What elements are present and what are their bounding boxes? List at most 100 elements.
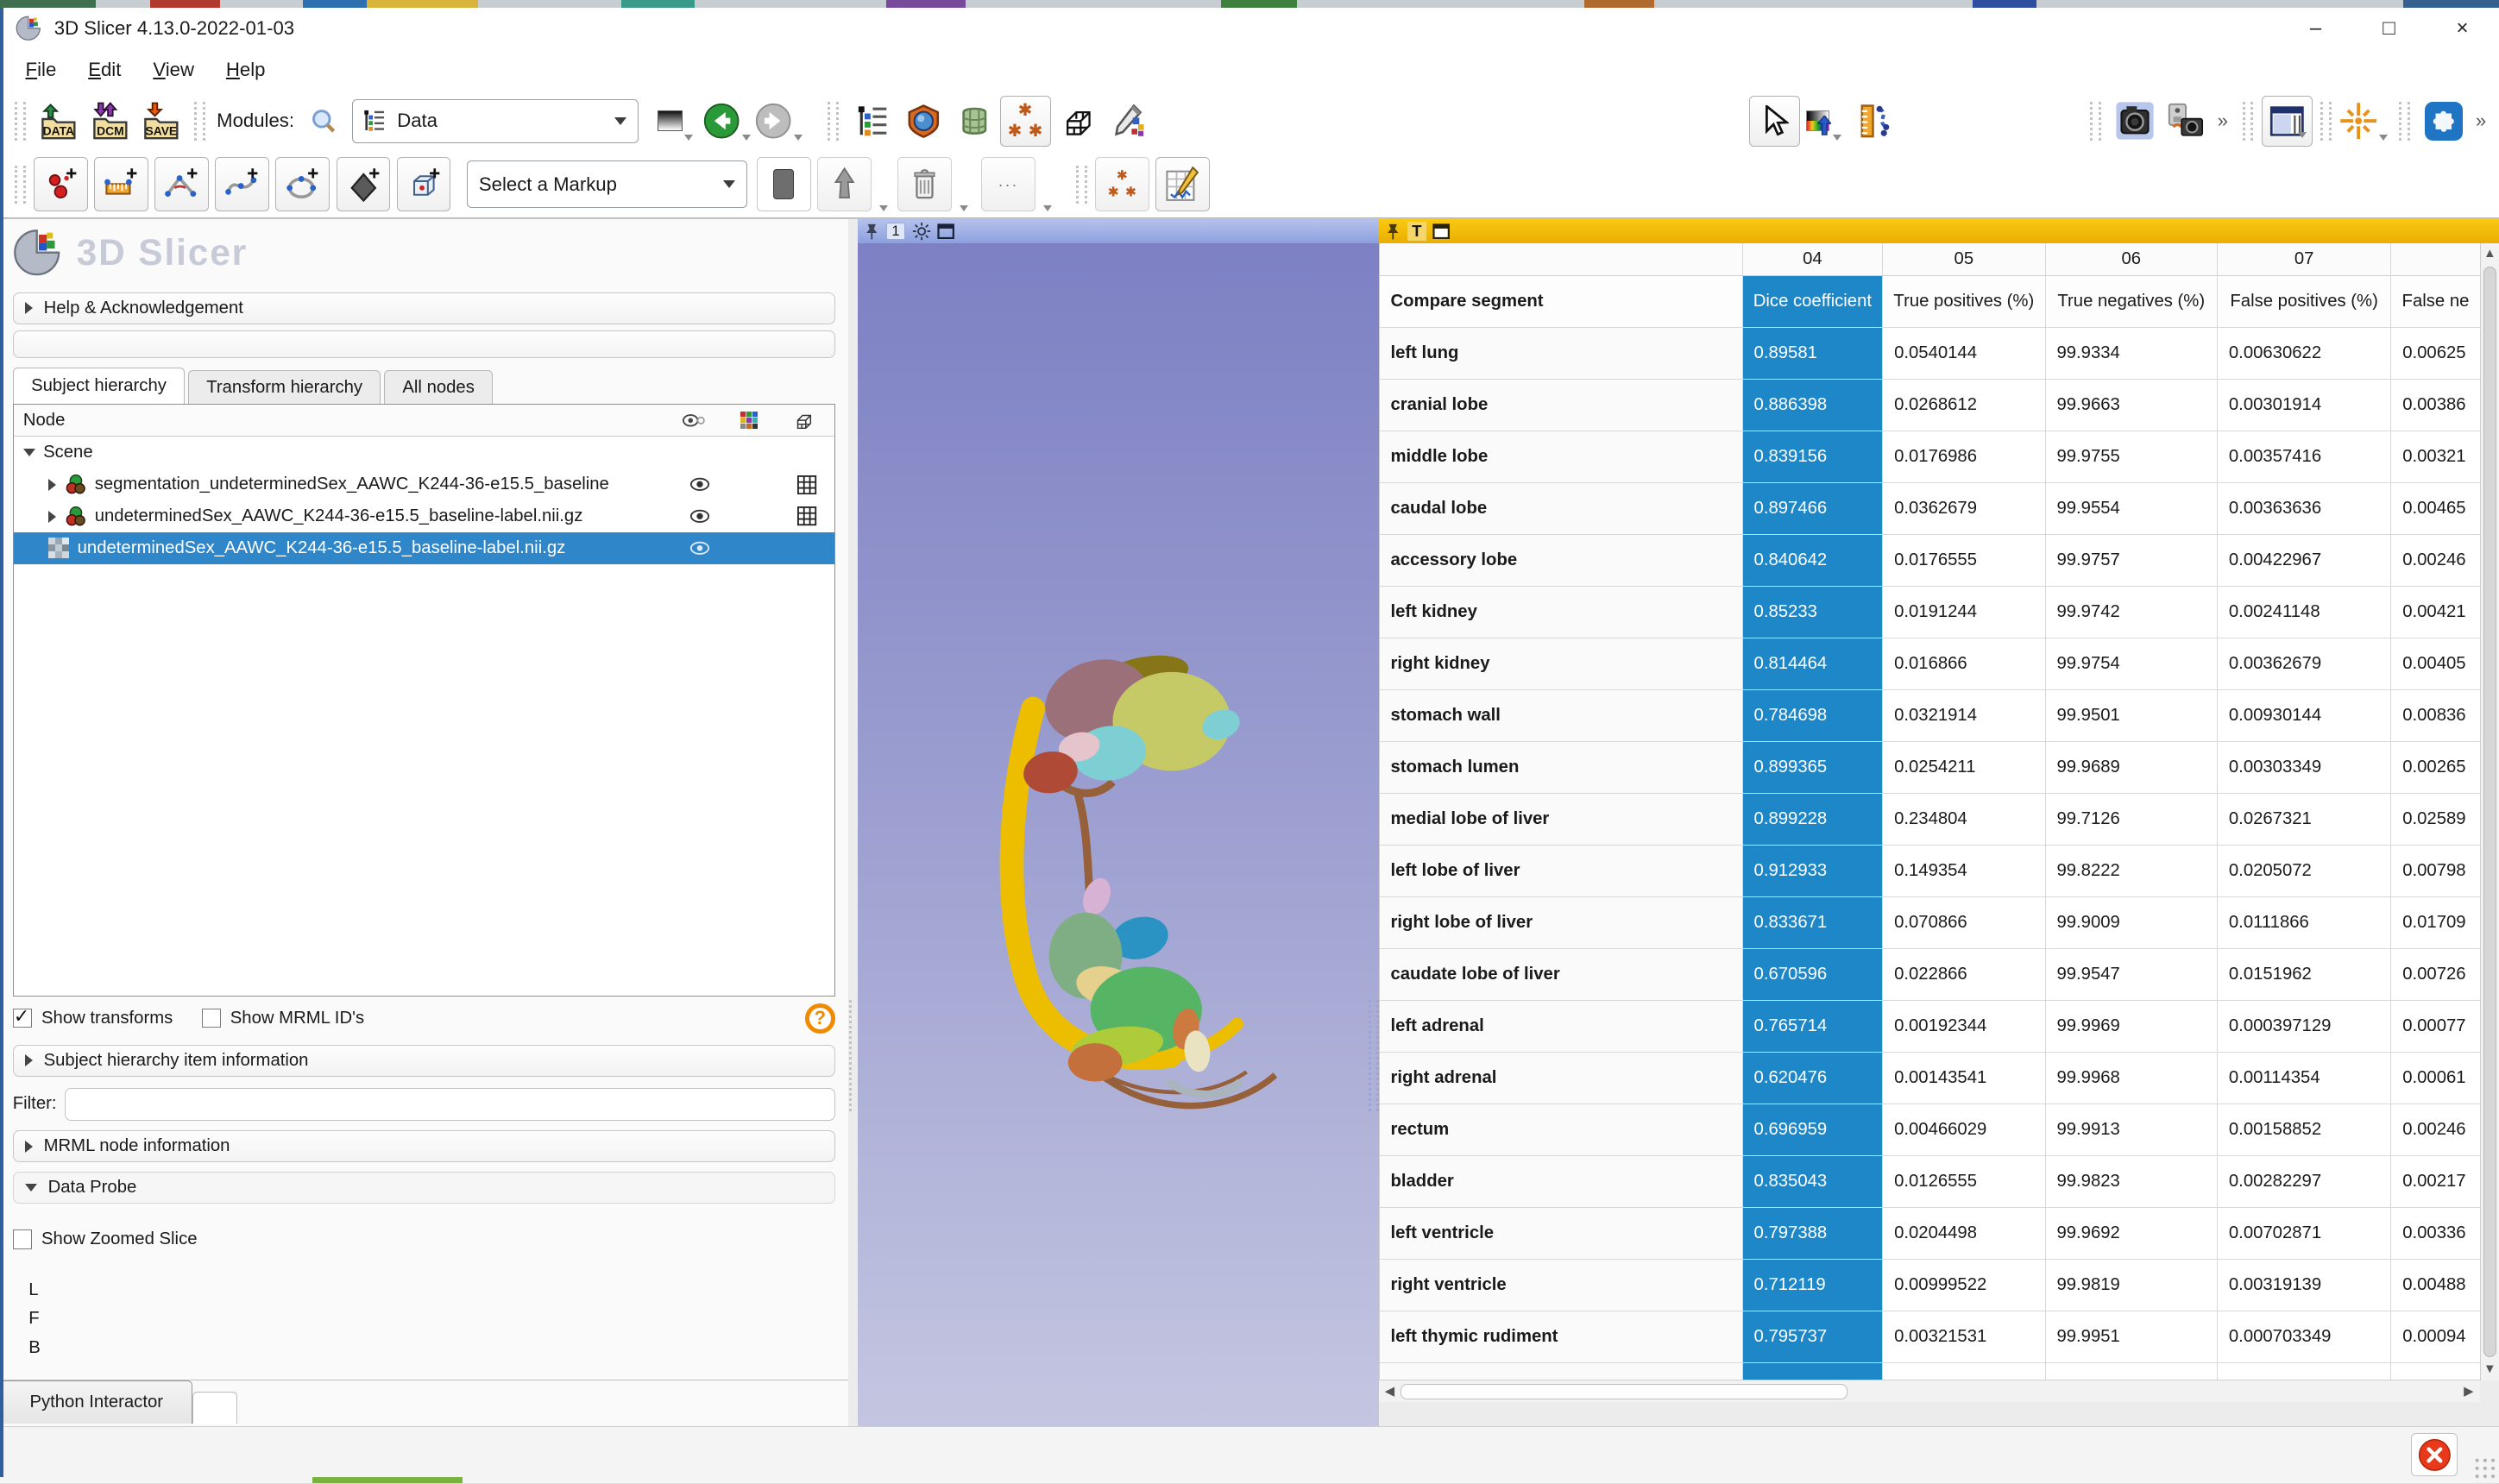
save-button[interactable]: SAVE bbox=[135, 96, 186, 147]
roi-markup-button[interactable] bbox=[397, 157, 451, 211]
value-cell[interactable]: 0.00625 bbox=[2391, 328, 2479, 380]
screenshot-button[interactable] bbox=[2109, 96, 2160, 147]
value-cell[interactable]: 0.016866 bbox=[1883, 638, 2045, 690]
dice-value-cell[interactable]: 0.765714 bbox=[1743, 1001, 1884, 1053]
toolbar-drag-handle[interactable] bbox=[828, 102, 839, 140]
value-cell[interactable]: 0.0191244 bbox=[1883, 587, 2045, 638]
value-cell[interactable]: 0.00158852 bbox=[2218, 1104, 2391, 1156]
value-cell[interactable]: 99.9547 bbox=[2046, 949, 2218, 1001]
toolbar-drag-handle[interactable] bbox=[1076, 166, 1087, 204]
value-cell[interactable]: 0.00241148 bbox=[2218, 587, 2391, 638]
value-cell[interactable]: 0.00630622 bbox=[2218, 328, 2391, 380]
value-cell[interactable]: 0.00246 bbox=[2391, 1104, 2479, 1156]
value-cell[interactable]: 0.0205072 bbox=[2218, 846, 2391, 897]
toolbar-drag-handle[interactable] bbox=[2399, 102, 2410, 140]
tree-row-scene[interactable]: Scene bbox=[14, 437, 834, 468]
splitter-handle[interactable] bbox=[849, 1000, 857, 1111]
value-cell[interactable]: 99.9968 bbox=[2046, 1053, 2218, 1104]
value-cell[interactable]: 0.0176555 bbox=[1883, 535, 2045, 587]
value-cell[interactable]: 0.02589 bbox=[2391, 794, 2479, 846]
value-cell[interactable]: 0.0254211 bbox=[1883, 742, 2045, 794]
pin-icon[interactable] bbox=[864, 223, 879, 240]
chevron-down-icon[interactable] bbox=[960, 205, 968, 211]
value-cell[interactable]: 99.9823 bbox=[2046, 1156, 2218, 1208]
value-cell[interactable]: 0.0540144 bbox=[1883, 328, 2045, 380]
toolbar-drag-handle[interactable] bbox=[2320, 102, 2332, 140]
closed-curve-button[interactable] bbox=[275, 157, 330, 211]
tab-transform-hierarchy[interactable]: Transform hierarchy bbox=[188, 370, 381, 404]
scroll-down-icon[interactable]: ▼ bbox=[2483, 1359, 2496, 1381]
segment-name-cell[interactable]: left ventricle bbox=[1380, 1208, 1743, 1260]
value-cell[interactable]: 0.00192344 bbox=[1883, 1001, 2045, 1053]
value-cell[interactable]: 0.00246 bbox=[2391, 535, 2479, 587]
maximize-view-icon[interactable] bbox=[937, 223, 954, 239]
show-mrml-ids-checkbox[interactable] bbox=[202, 1009, 221, 1028]
table-vertical-scrollbar[interactable]: ▲ ▼ bbox=[2480, 243, 2499, 1381]
dice-value-cell[interactable]: 0.85233 bbox=[1743, 587, 1884, 638]
help-acknowledgement-section[interactable]: Help & Acknowledgement bbox=[13, 292, 835, 324]
dice-value-cell[interactable]: 0.814464 bbox=[1743, 638, 1884, 690]
toolbar-drag-handle[interactable] bbox=[2243, 102, 2254, 140]
segment-name-cell[interactable]: bladder bbox=[1380, 1156, 1743, 1208]
dicom-button[interactable]: DCM bbox=[85, 96, 135, 147]
panel-splitter[interactable] bbox=[848, 219, 858, 1426]
mouse-interaction-button[interactable] bbox=[1749, 96, 1800, 147]
python-interactor-button[interactable]: Python Interactor bbox=[0, 1380, 192, 1424]
pin-icon[interactable] bbox=[1385, 223, 1401, 240]
dice-value-cell[interactable]: 0.899365 bbox=[1743, 742, 1884, 794]
dice-value-cell[interactable]: 0.795737 bbox=[1743, 1311, 1884, 1363]
menu-help[interactable]: Help bbox=[210, 53, 281, 88]
value-cell[interactable]: 99.9663 bbox=[2046, 380, 2218, 431]
corner-header-cell[interactable]: Compare segment bbox=[1380, 276, 1743, 327]
value-cell[interactable]: 0.00155024 bbox=[2218, 1363, 2391, 1380]
segment-name-cell[interactable]: left lung bbox=[1380, 328, 1743, 380]
value-cell[interactable]: 0.00702871 bbox=[2218, 1208, 2391, 1260]
value-cell[interactable]: 0.00422967 bbox=[2218, 535, 2391, 587]
chevron-down-icon[interactable] bbox=[1043, 205, 1052, 211]
mrml-node-information-section[interactable]: MRML node information bbox=[13, 1130, 835, 1162]
load-data-button[interactable]: DATA bbox=[34, 96, 85, 147]
value-cell[interactable]: 0.00061 bbox=[2391, 1053, 2479, 1104]
segment-name-cell[interactable]: right adrenal bbox=[1380, 1053, 1743, 1104]
line-markup-button[interactable] bbox=[94, 157, 148, 211]
dice-value-cell[interactable]: 0.89581 bbox=[1743, 328, 1884, 380]
point-list-button[interactable] bbox=[34, 157, 88, 211]
chevron-down-icon[interactable] bbox=[879, 205, 888, 211]
value-cell[interactable]: 99.9692 bbox=[2046, 1208, 2218, 1260]
threed-viewport[interactable] bbox=[858, 243, 1379, 1426]
value-cell[interactable]: 0.00386 bbox=[2391, 380, 2479, 431]
tree-row-volume-selected[interactable]: undeterminedSex_AAWC_K244-36-e15.5_basel… bbox=[14, 532, 834, 564]
dice-value-cell[interactable]: 0.899228 bbox=[1743, 794, 1884, 846]
dice-value-cell[interactable]: 0.75 bbox=[1743, 1363, 1884, 1380]
scrollbar-thumb[interactable] bbox=[1401, 1384, 1847, 1399]
segment-name-cell[interactable]: right kidney bbox=[1380, 638, 1743, 690]
value-cell[interactable]: 0.0268612 bbox=[1883, 380, 2045, 431]
scroll-left-icon[interactable]: ◀ bbox=[1379, 1384, 1401, 1399]
value-cell[interactable]: 99.9969 bbox=[2046, 1001, 2218, 1053]
value-cell[interactable]: 0.00405 bbox=[2391, 638, 2479, 690]
collapsed-arrow-icon[interactable] bbox=[48, 511, 56, 523]
data-module-shortcut[interactable] bbox=[847, 96, 897, 147]
value-cell[interactable]: 0.00357416 bbox=[2218, 431, 2391, 483]
error-log-button[interactable] bbox=[2411, 1433, 2458, 1476]
value-cell[interactable]: 0.0176986 bbox=[1883, 431, 2045, 483]
toolbar-drag-handle[interactable] bbox=[15, 166, 26, 204]
segment-name-cell[interactable]: cranial lobe bbox=[1380, 380, 1743, 431]
tree-row-labelmap[interactable]: undeterminedSex_AAWC_K244-36-e15.5_basel… bbox=[14, 500, 834, 532]
value-cell[interactable]: 0.0126555 bbox=[1883, 1156, 2045, 1208]
angle-markup-button[interactable] bbox=[154, 157, 209, 211]
module-search-button[interactable] bbox=[304, 96, 342, 147]
value-cell[interactable]: 0.00466029 bbox=[1883, 1104, 2045, 1156]
back-button[interactable] bbox=[702, 96, 754, 147]
value-cell[interactable]: 0.000397129 bbox=[2218, 1001, 2391, 1053]
value-cell[interactable]: 0.00077 bbox=[2391, 1001, 2479, 1053]
segment-editor-shortcut[interactable] bbox=[949, 96, 1000, 147]
segment-name-cell[interactable]: right ventricle bbox=[1380, 1260, 1743, 1311]
more-options-button[interactable]: ··· bbox=[981, 157, 1035, 211]
segment-name-cell[interactable]: right lobe of liver bbox=[1380, 897, 1743, 949]
segment-name-cell[interactable]: left thymic rudiment bbox=[1380, 1311, 1743, 1363]
tree-row-segmentation[interactable]: segmentation_undeterminedSex_AAWC_K244-3… bbox=[14, 468, 834, 500]
value-cell[interactable]: 0.00336 bbox=[2391, 1208, 2479, 1260]
volume-rendering-shortcut[interactable] bbox=[898, 96, 949, 147]
value-cell[interactable]: 0.00836 bbox=[2391, 690, 2479, 742]
